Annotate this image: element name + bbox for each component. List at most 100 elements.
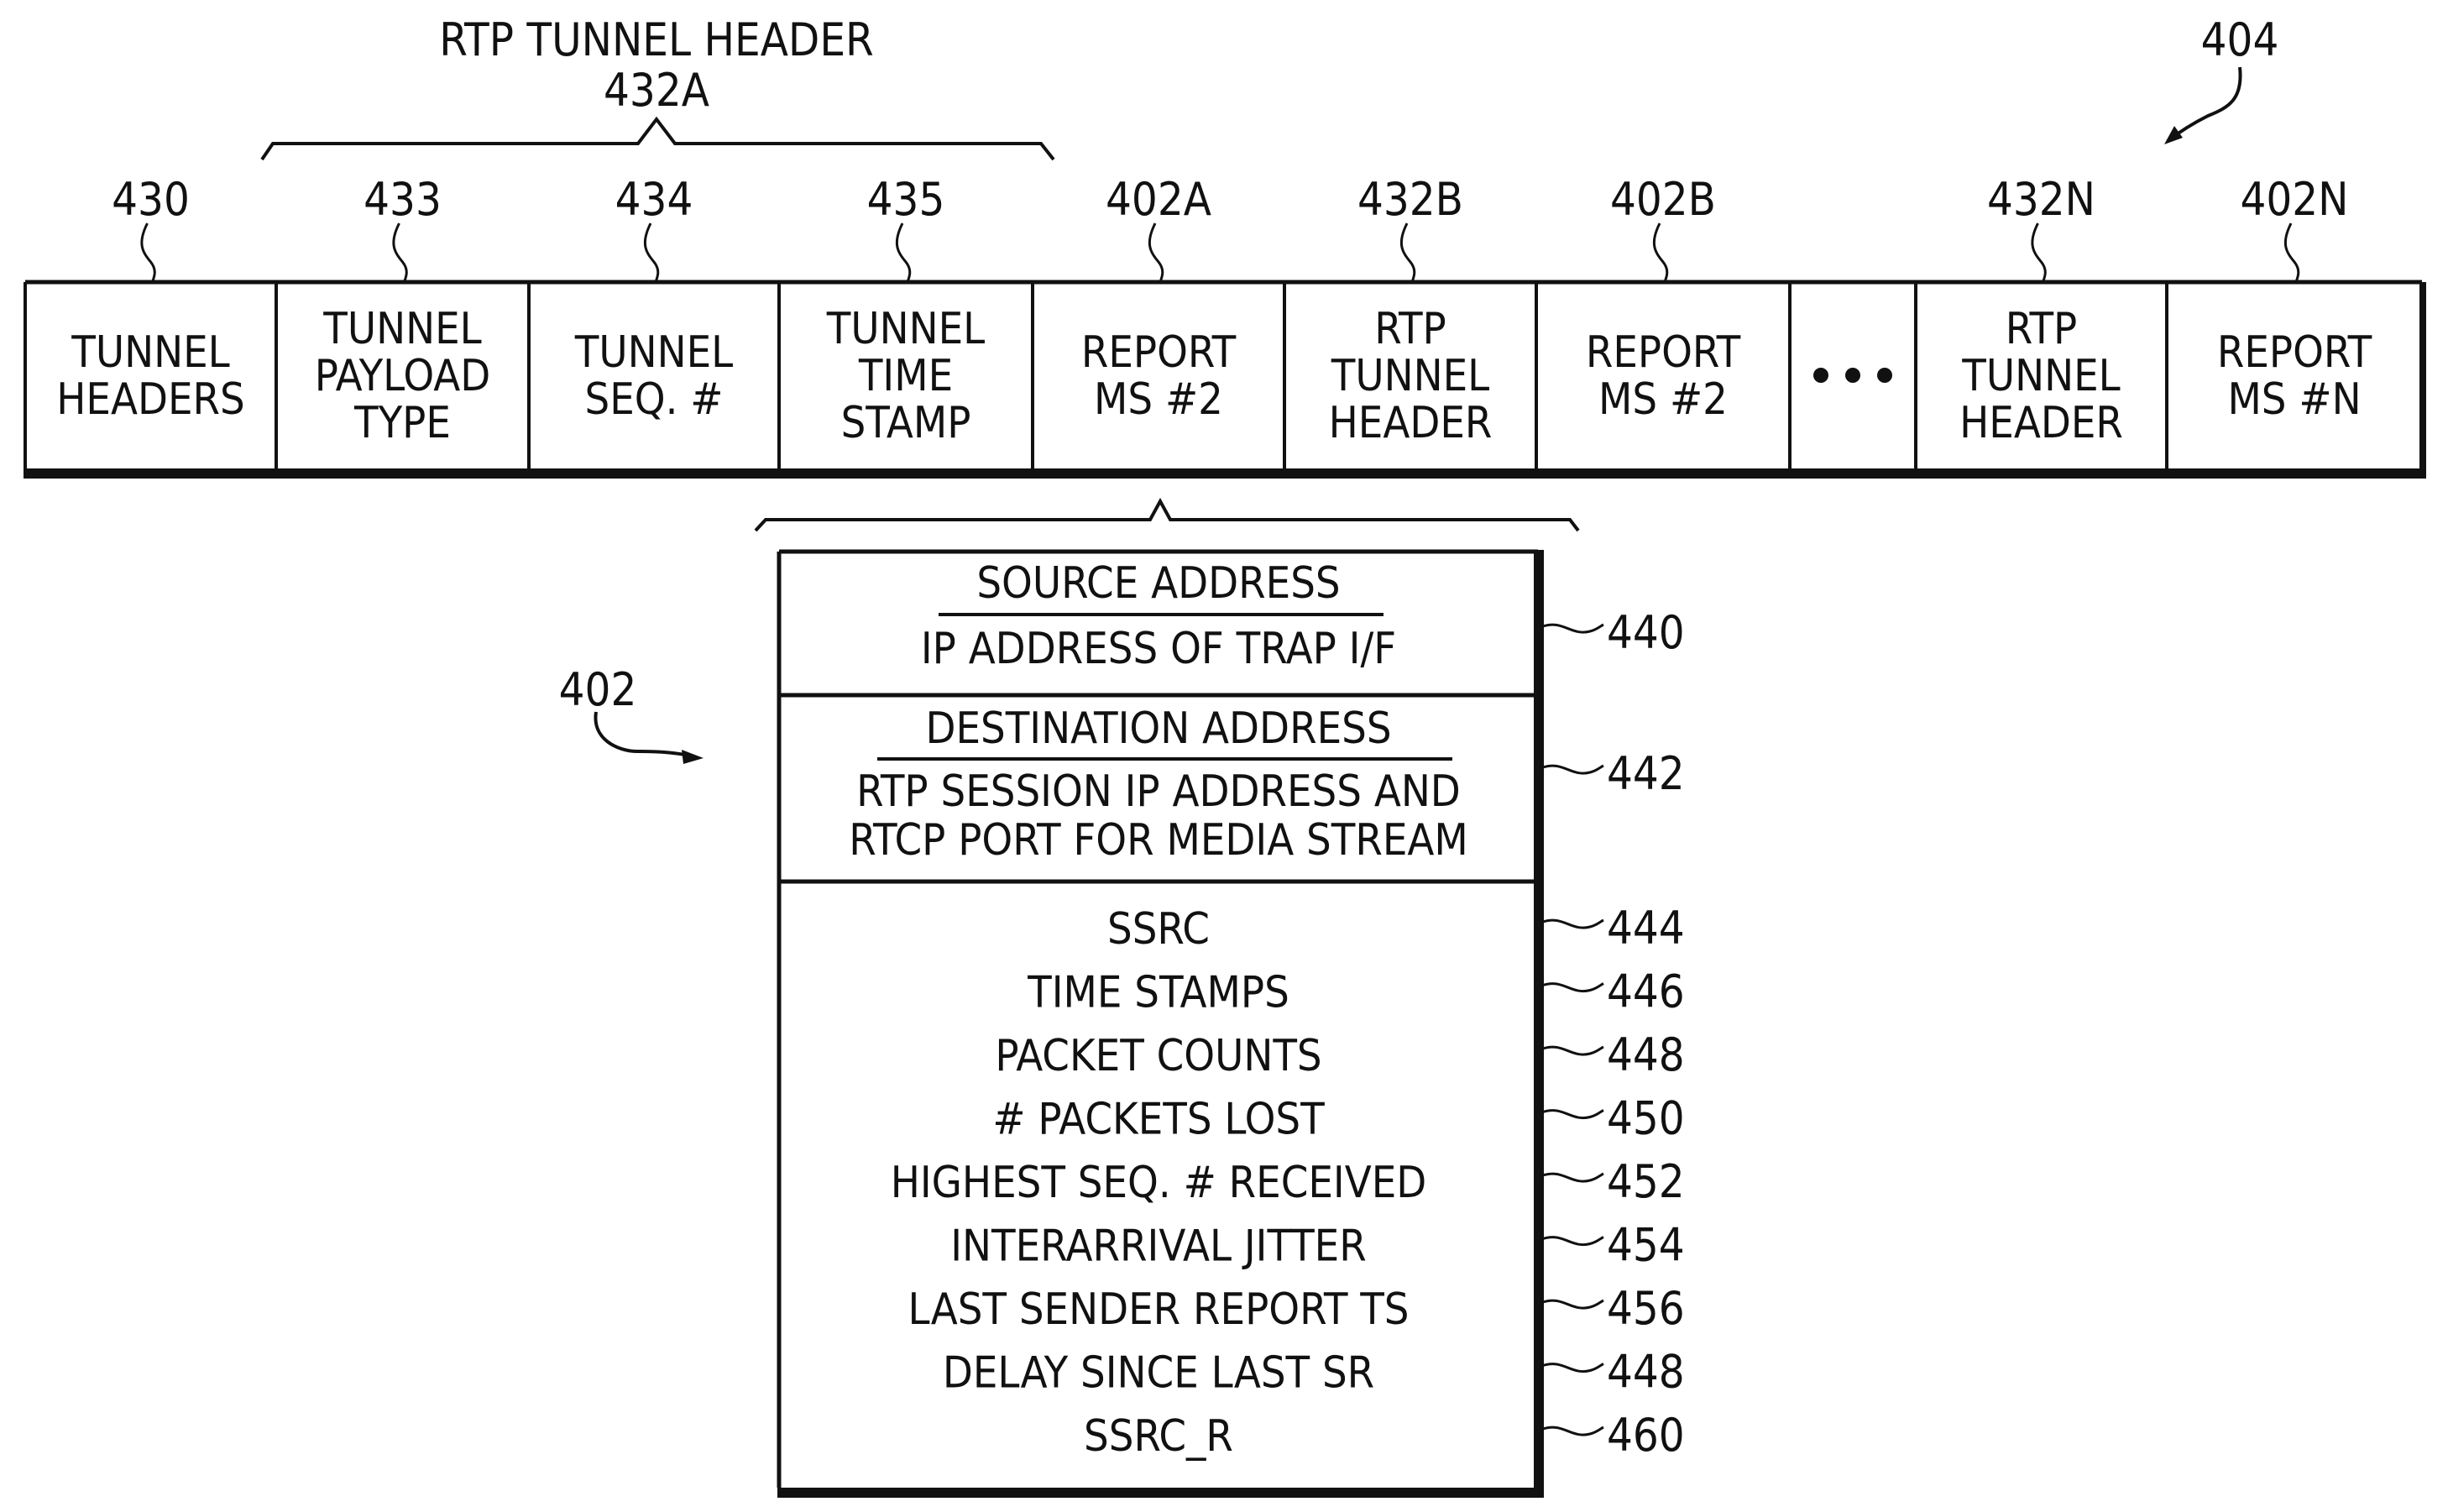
arrowhead-icon (2164, 126, 2183, 144)
field-ref: 448 (1607, 1346, 1685, 1399)
packet-strip: TUNNELHEADERS430TUNNELPAYLOADTYPE433TUNN… (24, 173, 2426, 479)
packet-cell-ref: 432B (1357, 173, 1463, 226)
report-field-label: DELAY SINCE LAST SR (943, 1348, 1374, 1399)
ref-leader-line (643, 222, 660, 283)
packet-cell-ref: 402N (2240, 173, 2348, 226)
packet-ref-arrow (2166, 66, 2242, 143)
packet-cell-label: MS #2 (1598, 374, 1728, 425)
packet-cell-label: RTP (2006, 304, 2078, 354)
packet-cell-label: STAMP (841, 398, 971, 448)
ref-leader-line (1399, 222, 1416, 283)
ref-leader-line (1148, 222, 1164, 283)
packet-cell-ref: 432N (1987, 173, 2095, 226)
ref-leader-line (1542, 1299, 1604, 1310)
ref-leader-line (1542, 623, 1604, 634)
packet-cell-label: TUNNEL (1331, 351, 1489, 401)
packet-cell: REPORTMS #2 402B (1586, 173, 1741, 425)
packet-cell-label: REPORT (1586, 327, 1741, 378)
packet-cell-label: TUNNEL (574, 327, 733, 378)
packet-cell-label: TUNNEL (826, 304, 985, 354)
ellipsis-dot-icon (1877, 368, 1892, 383)
source-address-heading: SOURCE ADDRESS (976, 558, 1340, 609)
rtp-tunnel-header-brace (260, 116, 1055, 161)
packet-cell: TUNNELHEADERS 430 (56, 173, 245, 425)
destination-address-value: RTCP PORT FOR MEDIA STREAM (849, 815, 1468, 866)
packet-cell-label: MS #N (2227, 374, 2361, 425)
field-ref: 450 (1607, 1092, 1685, 1145)
packet-cell-label: HEADERS (56, 374, 245, 425)
ref-leader-line (2031, 222, 2047, 283)
report-expansion-brace (754, 497, 1580, 532)
packet-ref-label: 404 (2201, 13, 2279, 66)
field-ref: 440 (1607, 606, 1685, 659)
packet-cell-label: PAYLOAD (315, 351, 491, 401)
ref-leader-line (1542, 918, 1604, 929)
packet-cell-ref: 402A (1106, 173, 1211, 226)
ellipsis-dot-icon (1845, 368, 1860, 383)
report-field-label: # PACKETS LOST (992, 1095, 1325, 1145)
packet-cell-label: TUNNEL (322, 304, 481, 354)
ref-leader-line (1542, 1045, 1604, 1056)
report-field-label: SSRC (1107, 904, 1210, 955)
rtp-tunnel-header-ref: 432A (604, 64, 709, 117)
ref-leader-line (2283, 222, 2300, 283)
ref-leader-line (392, 222, 408, 283)
report-field-label: PACKET COUNTS (995, 1031, 1321, 1081)
ref-leader-line (1542, 1426, 1604, 1436)
packet-cell-ref: 435 (867, 173, 945, 226)
ref-leader-line (1542, 1363, 1604, 1373)
report-ref-arrow (594, 711, 691, 757)
field-ref: 442 (1607, 747, 1685, 800)
packet-cell: REPORTMS #2 402A (1081, 173, 1237, 425)
field-ref: 446 (1607, 965, 1685, 1018)
packet-cell-label: HEADER (1329, 398, 1493, 448)
ref-leader-line (1542, 1236, 1604, 1247)
ref-leader-line (895, 222, 912, 283)
ref-leader-line (1542, 1109, 1604, 1120)
report-right-border (1534, 550, 1544, 1498)
report-field-label: HIGHEST SEQ. # RECEIVED (891, 1158, 1427, 1208)
packet-cell-label: MS #2 (1094, 374, 1223, 425)
ellipsis-dot-icon (1813, 368, 1828, 383)
source-address-value: IP ADDRESS OF TRAP I/F (921, 624, 1396, 674)
strip-right-border (2419, 282, 2426, 479)
packet-cell-label: TUNNEL (71, 327, 229, 378)
strip-bottom-border (24, 468, 2425, 479)
rtp-tunnel-header-title: RTP TUNNEL HEADER (439, 13, 874, 66)
ref-leader-line (1542, 982, 1604, 993)
ref-leader-line (1542, 764, 1604, 775)
packet-cell: TUNNELSEQ. # 434 (574, 173, 733, 425)
packet-cell: RTPTUNNELHEADER 432B (1329, 173, 1493, 448)
ref-leader-line (140, 222, 156, 283)
field-ref: 444 (1607, 902, 1685, 955)
packet-cell-ref: 402B (1610, 173, 1716, 226)
packet-cell-label: HEADER (1959, 398, 2123, 448)
report-field-label: SSRC_R (1084, 1411, 1233, 1462)
field-ref: 452 (1607, 1155, 1685, 1208)
packet-cell-ref: 430 (112, 173, 190, 226)
ref-leader-line (1652, 222, 1669, 283)
field-ref: 456 (1607, 1282, 1685, 1335)
packet-cell-label: REPORT (1081, 327, 1237, 378)
packet-cell-ref: 433 (364, 173, 442, 226)
packet-cell: TUNNELTIMESTAMP 435 (826, 173, 985, 448)
report-structure-box: SOURCE ADDRESS IP ADDRESS OF TRAP I/F 440 D… (777, 549, 1685, 1498)
report-field-label: LAST SENDER REPORT TS (908, 1284, 1409, 1335)
packet-cell-label: SEQ. # (585, 374, 724, 425)
field-ref: 460 (1607, 1409, 1685, 1462)
packet-cell (1813, 368, 1892, 383)
packet-cell-label: TUNNEL (1961, 351, 2120, 401)
packet-cell-label: RTP (1374, 304, 1446, 354)
packet-cell: RTPTUNNELHEADER 432N (1959, 173, 2123, 448)
packet-cell-label: TIME (858, 351, 953, 401)
ref-leader-line (1542, 1172, 1604, 1183)
packet-cell-ref: 434 (615, 173, 693, 226)
field-ref: 454 (1607, 1219, 1685, 1272)
report-field-label: TIME STAMPS (1027, 968, 1289, 1018)
field-ref: 448 (1607, 1028, 1685, 1081)
report-ref-label: 402 (559, 663, 637, 716)
report-field-label: INTERARRIVAL JITTER (950, 1222, 1366, 1272)
report-bottom-border (777, 1488, 1544, 1498)
rtp-tunnel-packet-diagram: RTP TUNNEL HEADER 432A 404 TUNNELHEADERS… (24, 13, 2426, 1498)
destination-address-value: RTP SESSION IP ADDRESS AND (856, 766, 1461, 817)
